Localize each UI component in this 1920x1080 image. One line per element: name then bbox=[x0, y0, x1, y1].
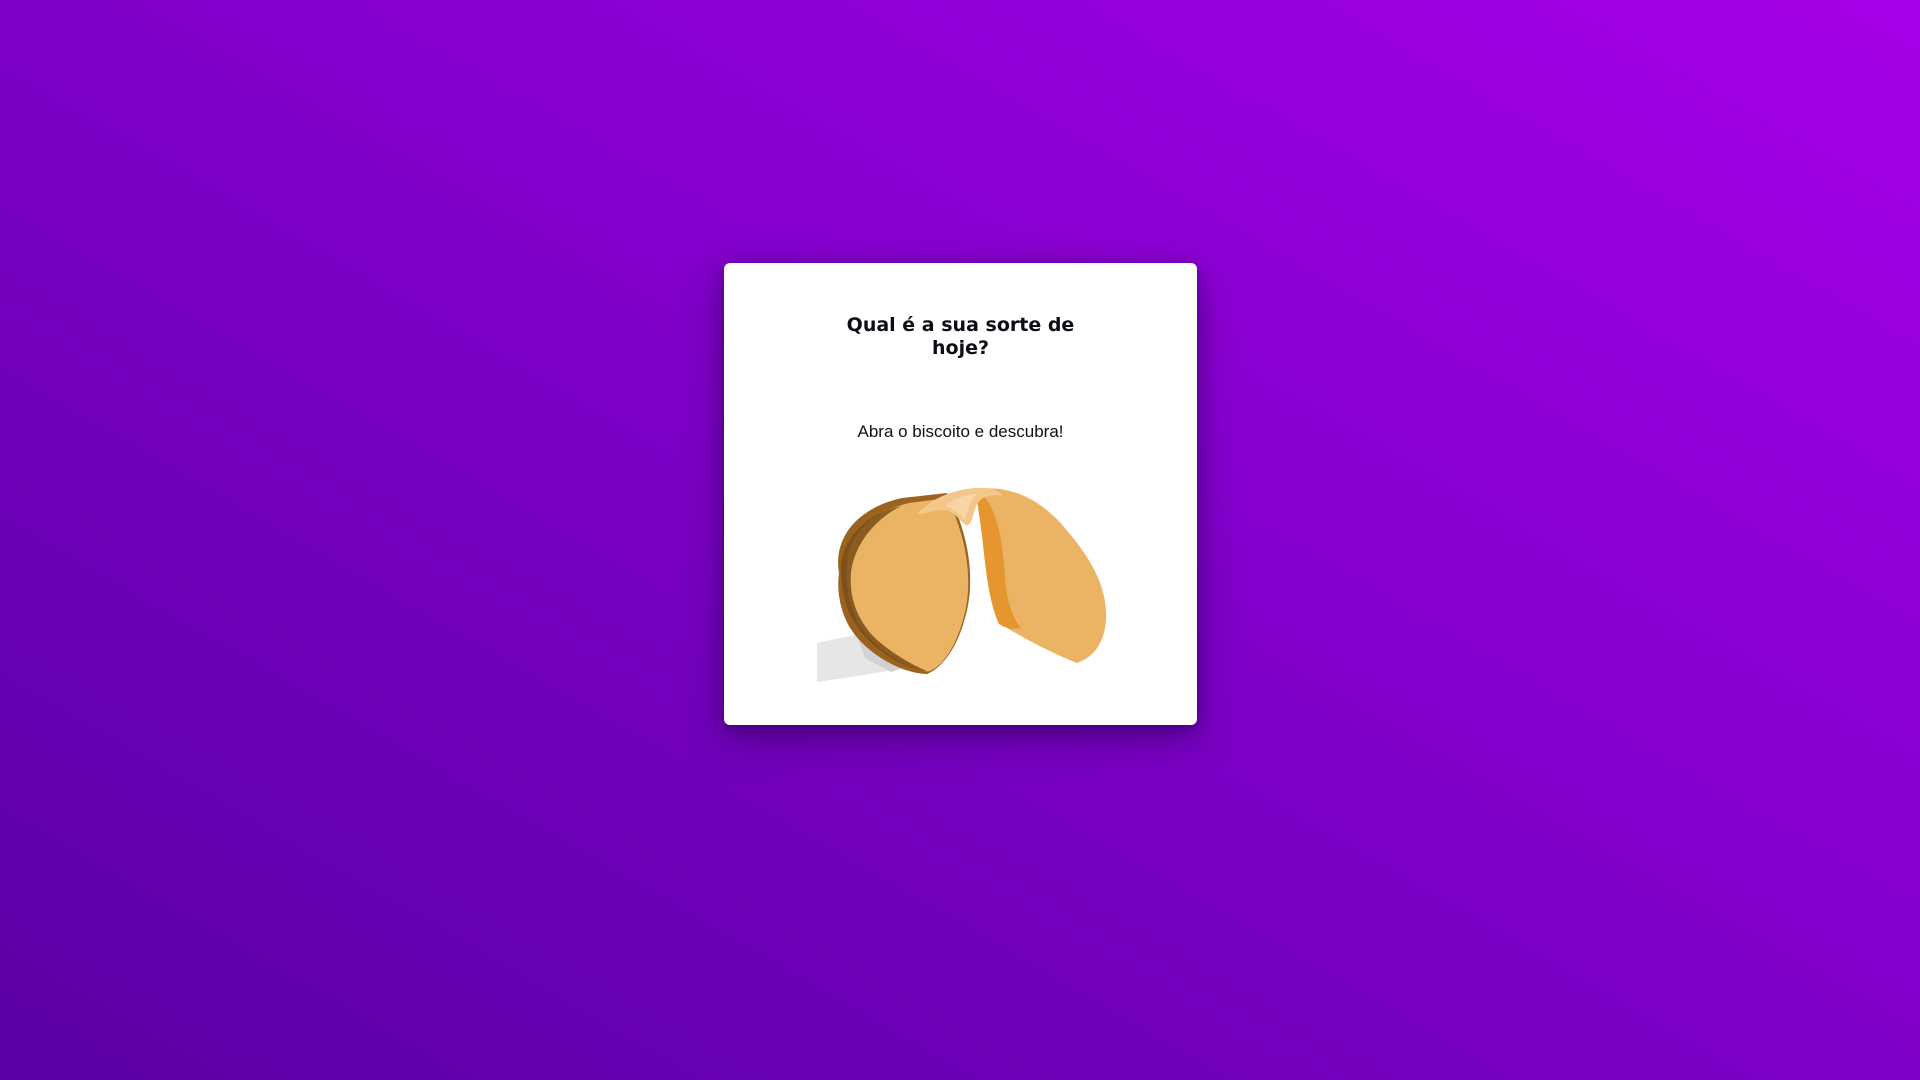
instruction-text: Abra o biscoito e descubra! bbox=[857, 422, 1064, 441]
fortune-cookie-icon[interactable] bbox=[817, 468, 1107, 686]
fortune-card: Qual é a sua sorte de hoje? Abra o bisco… bbox=[724, 263, 1197, 725]
page-title: Qual é a sua sorte de hoje? bbox=[846, 314, 1075, 359]
